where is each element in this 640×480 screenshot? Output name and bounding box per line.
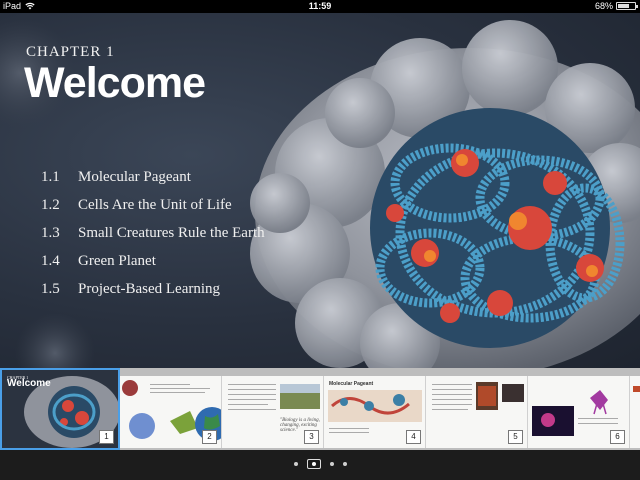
toc-item-number: 1.5 [41,280,60,297]
toc-item-number: 1.3 [41,224,60,241]
page-thumbnail-1[interactable]: CHAPTER 1 Welcome 1 [0,368,120,450]
page-number: 4 [406,430,421,444]
toc-item[interactable]: 1.5 Project-Based Learning [41,275,265,303]
page-control [0,450,640,480]
toc-item[interactable]: 1.3 Small Creatures Rule the Earth [41,219,265,247]
toc-item-title: Molecular Pageant [78,168,191,185]
page-number: 2 [202,430,217,444]
page-number: 3 [304,430,319,444]
toc-item-title: Small Creatures Rule the Earth [78,224,265,241]
page-thumbnail-4[interactable]: Molecular Pageant 4 [324,376,426,448]
toc-item-title: Green Planet [78,252,156,269]
chapter-hero[interactable]: CHAPTER 1 Welcome 1.1 Molecular Pageant 1… [0,13,640,368]
clock: 11:59 [308,1,332,11]
toc-item[interactable]: 1.2 Cells Are the Unit of Life [41,191,265,219]
thumbnail-chapter-title: Welcome [7,378,51,389]
page-thumbnail-6[interactable]: 6 [528,376,630,448]
page-thumbnail-5[interactable]: 5 [426,376,528,448]
page-number: 6 [610,430,625,444]
page-thumbnail-7[interactable] [630,376,640,448]
page-number: 5 [508,430,523,444]
page-dot-4[interactable] [342,462,347,466]
toc-item-number: 1.2 [41,196,60,213]
page-thumbnail-3[interactable]: "Biology is a living, changing, exciting… [222,376,324,448]
toc-item-number: 1.1 [41,168,60,185]
toc-item[interactable]: 1.4 Green Planet [41,247,265,275]
page-dot-3[interactable] [329,462,334,466]
toc-item[interactable]: 1.1 Molecular Pageant [41,163,265,191]
page-thumbnail-strip[interactable]: CHAPTER 1 Welcome 1 2 "Biology is a livi… [0,368,640,450]
table-of-contents: 1.1 Molecular Pageant 1.2 Cells Are the Un… [41,163,265,303]
status-bar: iPad 11:59 68% [0,0,640,13]
page-number: 1 [99,430,114,444]
chapter-title: Welcome [24,59,206,107]
current-page-dot-icon [311,462,316,466]
battery-icon [616,2,638,10]
battery-percent: 68% [594,1,613,11]
page-thumbnail-2[interactable]: 2 [120,376,222,448]
toc-item-title: Cells Are the Unit of Life [78,196,232,213]
page-dot-1[interactable] [293,462,298,466]
page-dot-current[interactable] [306,459,321,469]
toc-item-number: 1.4 [41,252,60,269]
toc-item-title: Project-Based Learning [78,280,221,297]
